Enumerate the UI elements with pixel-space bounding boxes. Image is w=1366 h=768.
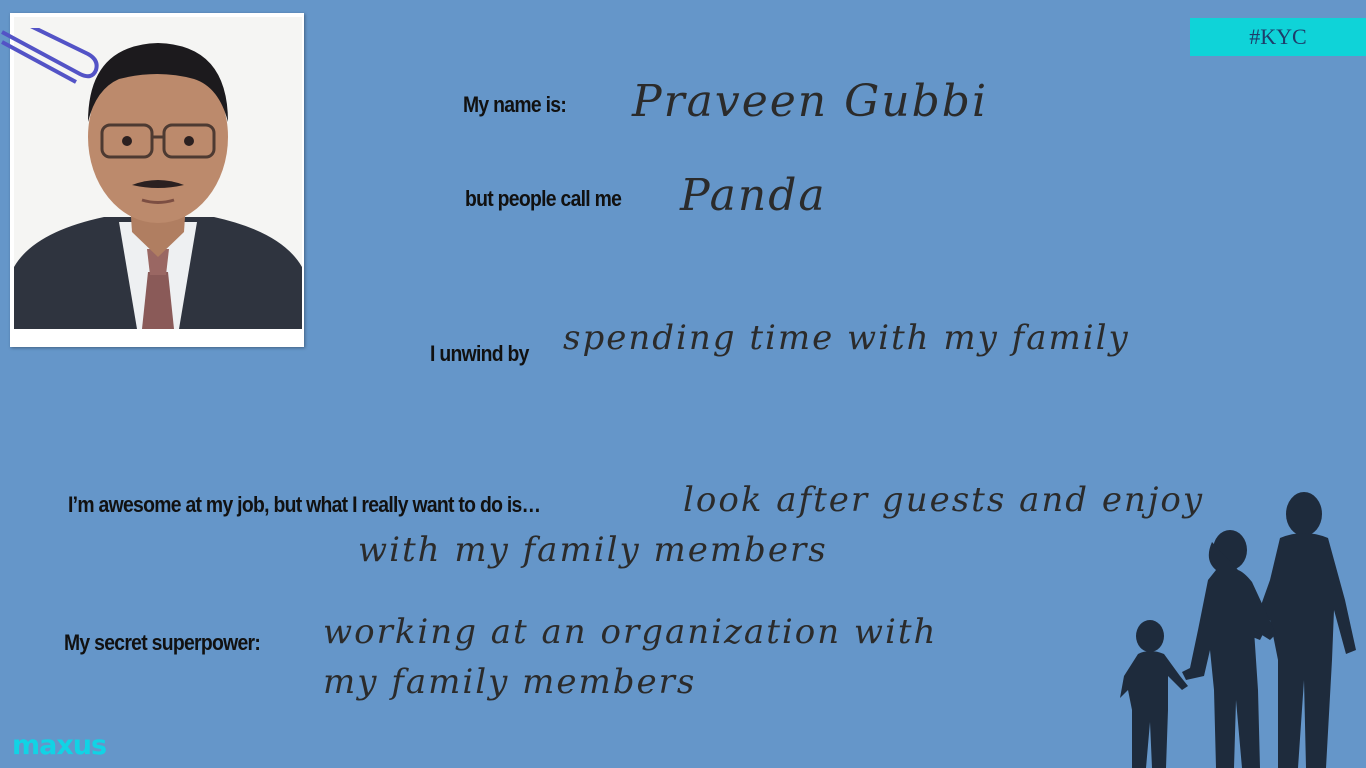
maxus-logo: maxus (12, 730, 107, 761)
paperclip-icon (1, 28, 99, 84)
name-label: My name is: (463, 92, 567, 117)
unwind-value: spending time with my family (563, 318, 1130, 358)
nickname-label: but people call me (465, 186, 622, 211)
unwind-label: I unwind by (430, 341, 529, 366)
superpower-value-line1: working at an organization with (323, 612, 938, 652)
dream-label: I’m awesome at my job, but what I really… (68, 492, 541, 517)
name-value: Praveen Gubbi (632, 76, 989, 127)
superpower-value-line2: my family members (323, 662, 697, 702)
superpower-label: My secret superpower: (64, 630, 261, 655)
dream-value-line2: with my family members (358, 530, 828, 570)
kyc-tag: #KYC (1190, 18, 1366, 56)
nickname-value: Panda (680, 170, 827, 221)
family-silhouette-icon (1120, 492, 1356, 768)
